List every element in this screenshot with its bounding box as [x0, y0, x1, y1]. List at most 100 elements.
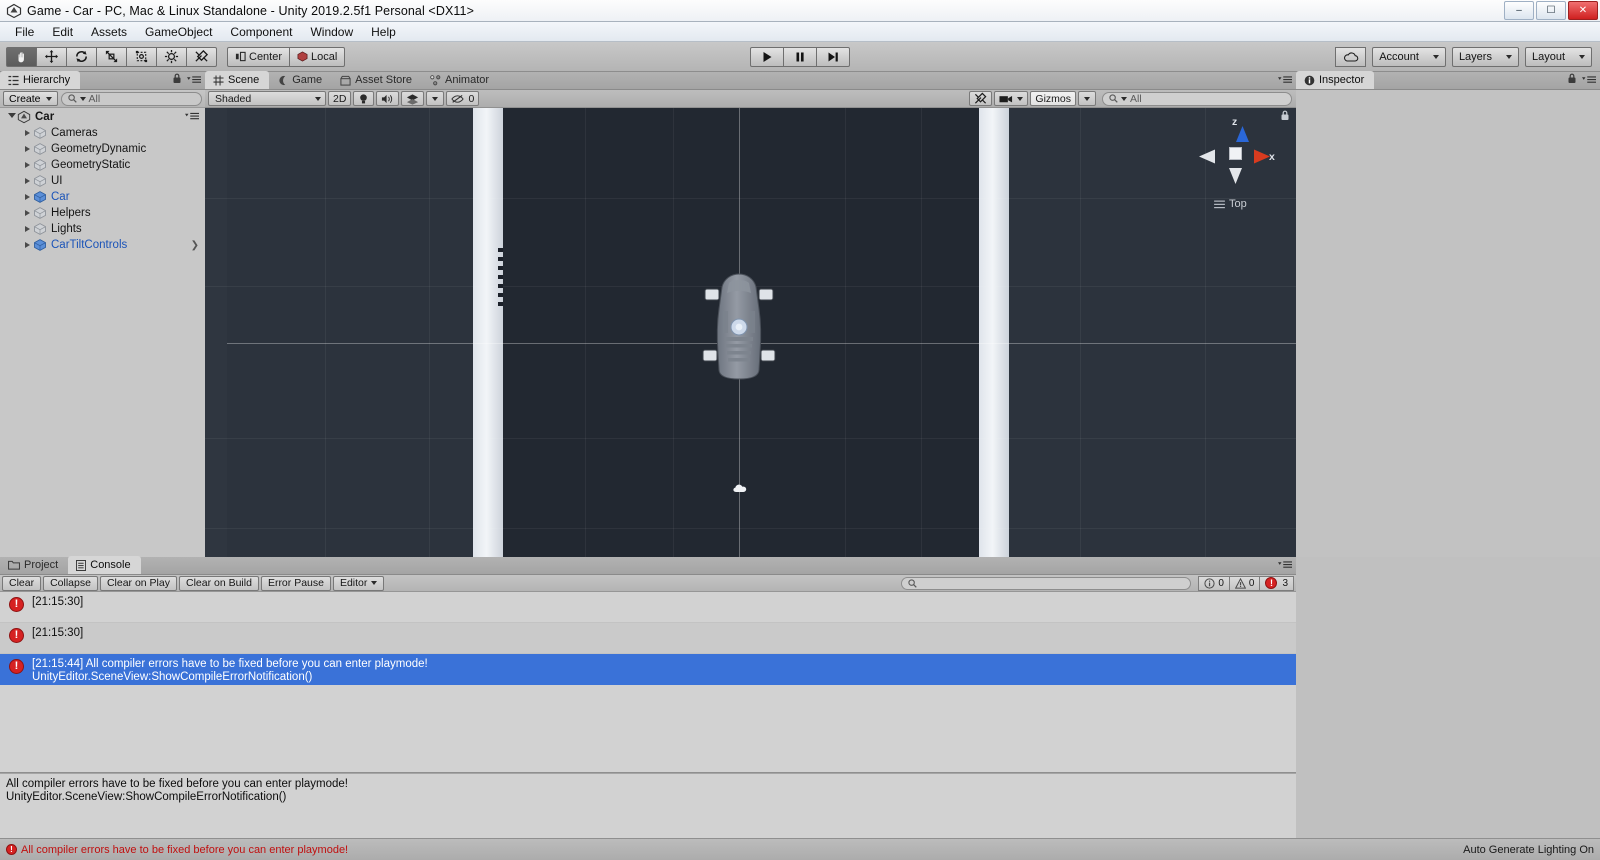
minimize-button[interactable]: – [1504, 1, 1534, 20]
editor-dropdown[interactable]: Editor [332, 575, 385, 591]
panel-menu-icon[interactable] [187, 73, 201, 87]
menu-file[interactable]: File [6, 23, 43, 41]
hierarchy-item-car[interactable]: Car [0, 189, 205, 205]
hierarchy-item-helpers[interactable]: Helpers [0, 205, 205, 221]
hand-tool-button[interactable] [6, 46, 37, 67]
hierarchy-item-cartiltcontrols[interactable]: CarTiltControls ❯ [0, 237, 205, 253]
menu-component[interactable]: Component [221, 23, 301, 41]
chevron-right-icon[interactable] [22, 130, 33, 136]
rect-tool-button[interactable] [126, 46, 157, 67]
panel-menu-icon[interactable] [1278, 558, 1292, 572]
cloud-icon-button[interactable] [1335, 46, 1367, 67]
chevron-right-icon[interactable] [22, 226, 33, 232]
scene-helper-object[interactable] [733, 483, 749, 495]
scale-tool-button[interactable] [96, 46, 127, 67]
scene-audio-button[interactable] [376, 91, 400, 106]
car-object[interactable] [701, 271, 777, 381]
chevron-right-icon[interactable] [22, 210, 33, 216]
hierarchy-item-geometrystatic[interactable]: GeometryStatic [0, 157, 205, 173]
tab-game[interactable]: Game [269, 71, 332, 89]
chevron-right-icon[interactable] [22, 146, 33, 152]
hierarchy-item-cameras[interactable]: Cameras [0, 125, 205, 141]
chevron-down-icon[interactable] [6, 113, 17, 121]
scene-lighting-button[interactable] [353, 91, 375, 106]
2d-toggle-label: 2D [333, 92, 347, 105]
chevron-right-icon[interactable] [22, 242, 33, 248]
scene-root-row[interactable]: Car [0, 109, 205, 125]
lock-icon[interactable] [172, 73, 182, 87]
error-count[interactable]: ! 3 [1259, 575, 1294, 591]
account-dropdown[interactable]: Account [1372, 46, 1446, 67]
info-count[interactable]: 0 [1198, 575, 1230, 591]
maximize-button[interactable]: ☐ [1536, 1, 1566, 20]
scene-viewport[interactable]: z x Top [205, 108, 1296, 575]
chevron-right-icon[interactable]: ❯ [191, 240, 199, 251]
tab-console[interactable]: Console [68, 556, 141, 574]
close-button[interactable]: ✕ [1568, 1, 1598, 20]
tab-inspector[interactable]: Inspector [1296, 71, 1375, 89]
scene-search-input[interactable]: All [1102, 91, 1292, 106]
layers-dropdown[interactable]: Layers [1451, 46, 1519, 67]
menu-edit[interactable]: Edit [43, 23, 82, 41]
hierarchy-item-ui[interactable]: UI [0, 173, 205, 189]
play-button[interactable] [750, 46, 784, 67]
scene-effects-button[interactable] [401, 91, 425, 106]
gizmos-dropdown[interactable] [1078, 91, 1096, 106]
menu-assets[interactable]: Assets [82, 23, 136, 41]
tab-asset-store[interactable]: Asset Store [332, 71, 422, 89]
2d-toggle-button[interactable]: 2D [328, 91, 352, 106]
scene-camera-button[interactable] [994, 91, 1029, 106]
chevron-right-icon[interactable] [22, 162, 33, 168]
console-search-input[interactable] [901, 576, 1191, 590]
console-log-list[interactable]: ! [21:15:30]! [21:15:30]! [21:15:44] All co… [0, 592, 1296, 772]
menu-gameobject[interactable]: GameObject [136, 23, 221, 41]
scene-menu-icon[interactable] [185, 111, 199, 123]
warning-count[interactable]: 0 [1228, 575, 1261, 591]
panel-menu-icon[interactable] [1278, 73, 1292, 87]
console-log-entry[interactable]: ! [21:15:44] All compiler errors have to … [0, 654, 1296, 685]
console-log-entry[interactable]: ! [21:15:30] [0, 592, 1296, 623]
pivot-mode-button[interactable]: Center [227, 46, 291, 67]
status-message: All compiler errors have to be fixed bef… [21, 843, 349, 856]
scene-gizmo-visibility-button[interactable]: 0 [446, 91, 480, 106]
menu-help[interactable]: Help [362, 23, 405, 41]
error-pause-button[interactable]: Error Pause [260, 575, 331, 591]
clear-button[interactable]: Clear [2, 575, 42, 591]
console-log-entry[interactable]: ! [21:15:30] [0, 623, 1296, 654]
move-tool-button[interactable] [36, 46, 67, 67]
rotate-tool-button[interactable] [66, 46, 97, 67]
chevron-right-icon[interactable] [22, 178, 33, 184]
console-detail-pane[interactable]: All compiler errors have to be fixed bef… [0, 774, 1296, 838]
gizmos-button[interactable]: Gizmos [1030, 91, 1076, 106]
status-message-group[interactable]: ! All compiler errors have to be fixed b… [6, 844, 348, 856]
tab-hierarchy[interactable]: Hierarchy [0, 71, 81, 89]
collapse-button[interactable]: Collapse [43, 575, 98, 591]
gizmo-lock-icon[interactable] [1280, 110, 1290, 124]
custom-tool-button[interactable] [186, 46, 217, 67]
chevron-right-icon[interactable] [22, 194, 33, 200]
scene-effects-dropdown[interactable] [426, 91, 445, 106]
create-button[interactable]: Create [3, 91, 58, 106]
layout-dropdown[interactable]: Layout [1524, 46, 1592, 67]
gizmo-view-label-row[interactable]: Top [1214, 198, 1247, 210]
clear-on-build-button[interactable]: Clear on Build [178, 575, 259, 591]
tab-animator[interactable]: Animator [422, 71, 499, 89]
scene-tools-button[interactable] [969, 91, 993, 106]
panel-menu-icon[interactable] [1582, 73, 1596, 87]
clear-on-play-button[interactable]: Clear on Play [99, 575, 177, 591]
tab-scene[interactable]: Scene [205, 71, 270, 89]
pivot-rotation-button[interactable]: Local [289, 46, 346, 67]
menu-window[interactable]: Window [301, 23, 362, 41]
gizmo-center-cube[interactable] [1229, 147, 1242, 160]
pause-button[interactable] [783, 46, 817, 67]
tab-project[interactable]: Project [0, 556, 68, 574]
hierarchy-item-lights[interactable]: Lights [0, 221, 205, 237]
hierarchy-search-input[interactable]: All [60, 91, 202, 106]
scene-view-gizmo[interactable]: z x Top [1194, 110, 1289, 222]
lock-icon[interactable] [1567, 73, 1577, 87]
transform-tool-button[interactable] [156, 46, 187, 67]
step-button[interactable] [816, 46, 850, 67]
detail-line-2: UnityEditor.SceneView:ShowCompileErrorNo… [6, 791, 287, 803]
hierarchy-item-geometrydynamic[interactable]: GeometryDynamic [0, 141, 205, 157]
draw-mode-dropdown[interactable]: Shaded [208, 91, 326, 106]
